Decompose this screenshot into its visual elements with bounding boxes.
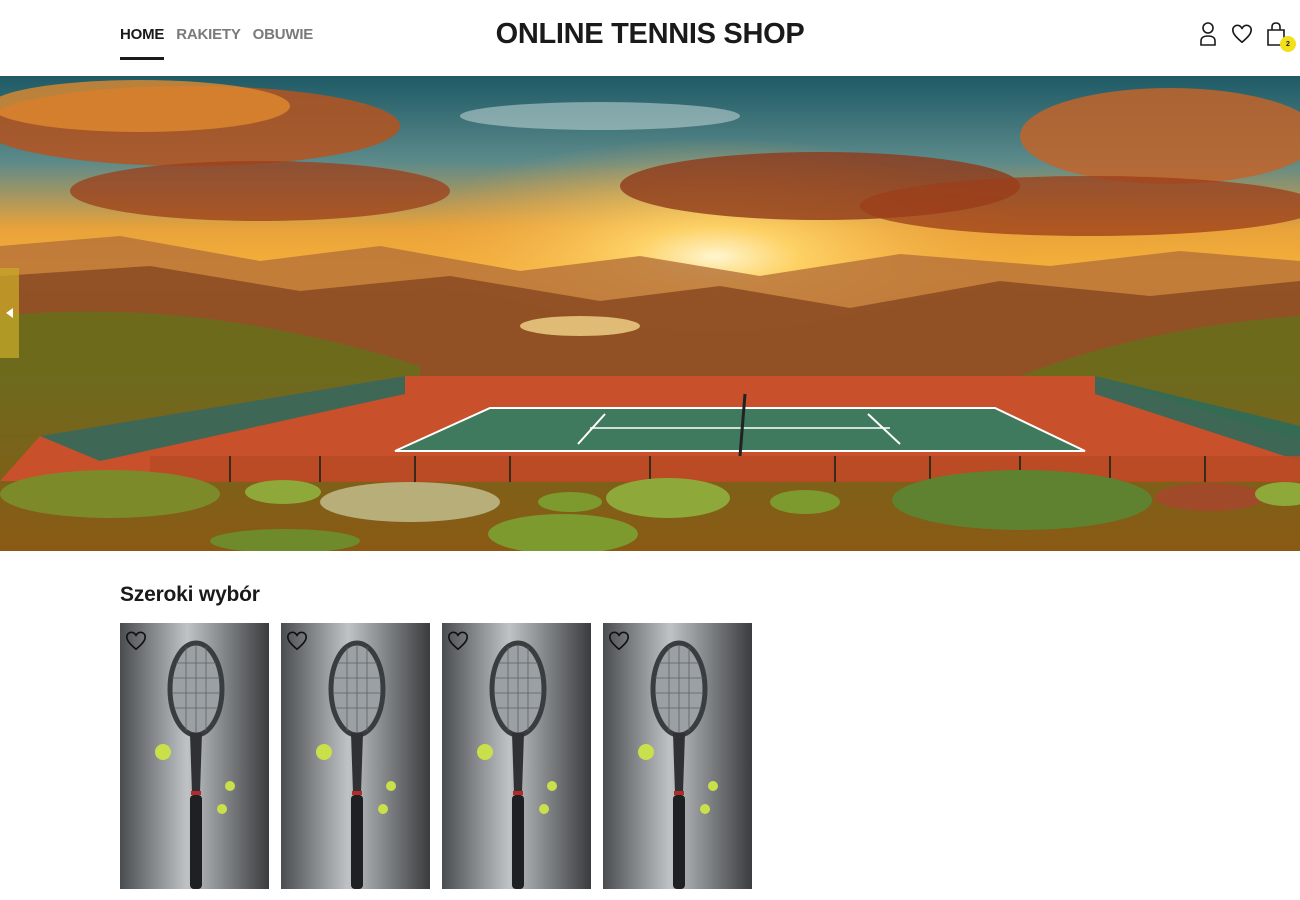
nav-item-rakiety[interactable]: RAKIETY: [176, 0, 241, 76]
main-nav: HOME RAKIETY OBUWIE: [120, 0, 313, 76]
brand-title[interactable]: ONLINE TENNIS SHOP: [496, 18, 805, 50]
nav-item-label: RAKIETY: [176, 26, 241, 43]
hero-image: [0, 76, 1300, 551]
nav-item-label: OBUWIE: [252, 26, 314, 43]
hero-banner: [0, 76, 1300, 551]
product-card[interactable]: [603, 623, 752, 889]
active-underline: [120, 57, 165, 60]
wishlist-button[interactable]: [1230, 20, 1254, 48]
product-card[interactable]: [442, 623, 591, 889]
arrow-left-icon: [5, 308, 13, 318]
product-card[interactable]: [120, 623, 269, 889]
heart-outline-icon[interactable]: [125, 630, 147, 652]
slider-prev-button[interactable]: [0, 268, 19, 358]
section-title: Szeroki wybór: [120, 583, 260, 606]
heart-outline-icon[interactable]: [447, 630, 469, 652]
product-list: [120, 623, 752, 889]
heart-outline-icon[interactable]: [608, 630, 630, 652]
product-image: [281, 623, 430, 889]
product-image: [603, 623, 752, 889]
site-header: HOME RAKIETY OBUWIE ONLINE TENNIS SHOP 2: [0, 0, 1300, 76]
cart-count-badge: 2: [1280, 36, 1296, 52]
product-image: [120, 623, 269, 889]
user-icon: [1200, 22, 1216, 46]
account-button[interactable]: [1196, 20, 1220, 48]
product-image: [442, 623, 591, 889]
nav-item-label: HOME: [120, 26, 165, 43]
heart-icon: [1232, 24, 1252, 44]
nav-item-home[interactable]: HOME: [120, 0, 164, 76]
heart-outline-icon[interactable]: [286, 630, 308, 652]
product-card[interactable]: [281, 623, 430, 889]
nav-item-obuwie[interactable]: OBUWIE: [252, 0, 314, 76]
cart-button[interactable]: 2: [1264, 20, 1296, 52]
header-actions: 2: [1196, 20, 1296, 52]
